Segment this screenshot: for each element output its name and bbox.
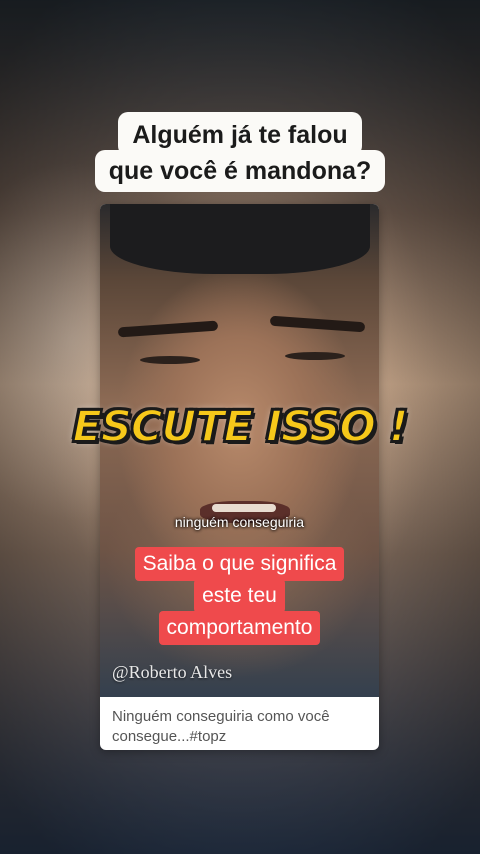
right-eyebrow <box>269 315 366 333</box>
red-caption-line-1: Saiba o que significa <box>134 547 345 581</box>
right-eye <box>285 352 345 360</box>
headline-line-2: que você é mandona? <box>94 150 386 192</box>
left-eye <box>140 356 200 364</box>
person-teeth <box>212 504 276 512</box>
headline: Alguém já te falou que você é mandona? <box>0 112 480 192</box>
overlay-title: ESCUTE ISSO ! <box>71 401 409 453</box>
left-eyebrow <box>117 320 219 338</box>
creator-watermark: @Roberto Alves <box>112 662 233 682</box>
person-hair <box>110 204 370 274</box>
video-subtitle: ninguém conseguiria <box>174 514 305 530</box>
red-caption-line-2: este teu <box>194 579 285 613</box>
video-card[interactable]: ninguém conseguiria Saiba o que signific… <box>100 204 379 750</box>
video-caption[interactable]: Ninguém conseguiria como você consegue..… <box>100 697 379 750</box>
red-caption-box: Saiba o que significa este teu comportam… <box>100 547 379 645</box>
red-caption-line-3: comportamento <box>158 611 321 645</box>
